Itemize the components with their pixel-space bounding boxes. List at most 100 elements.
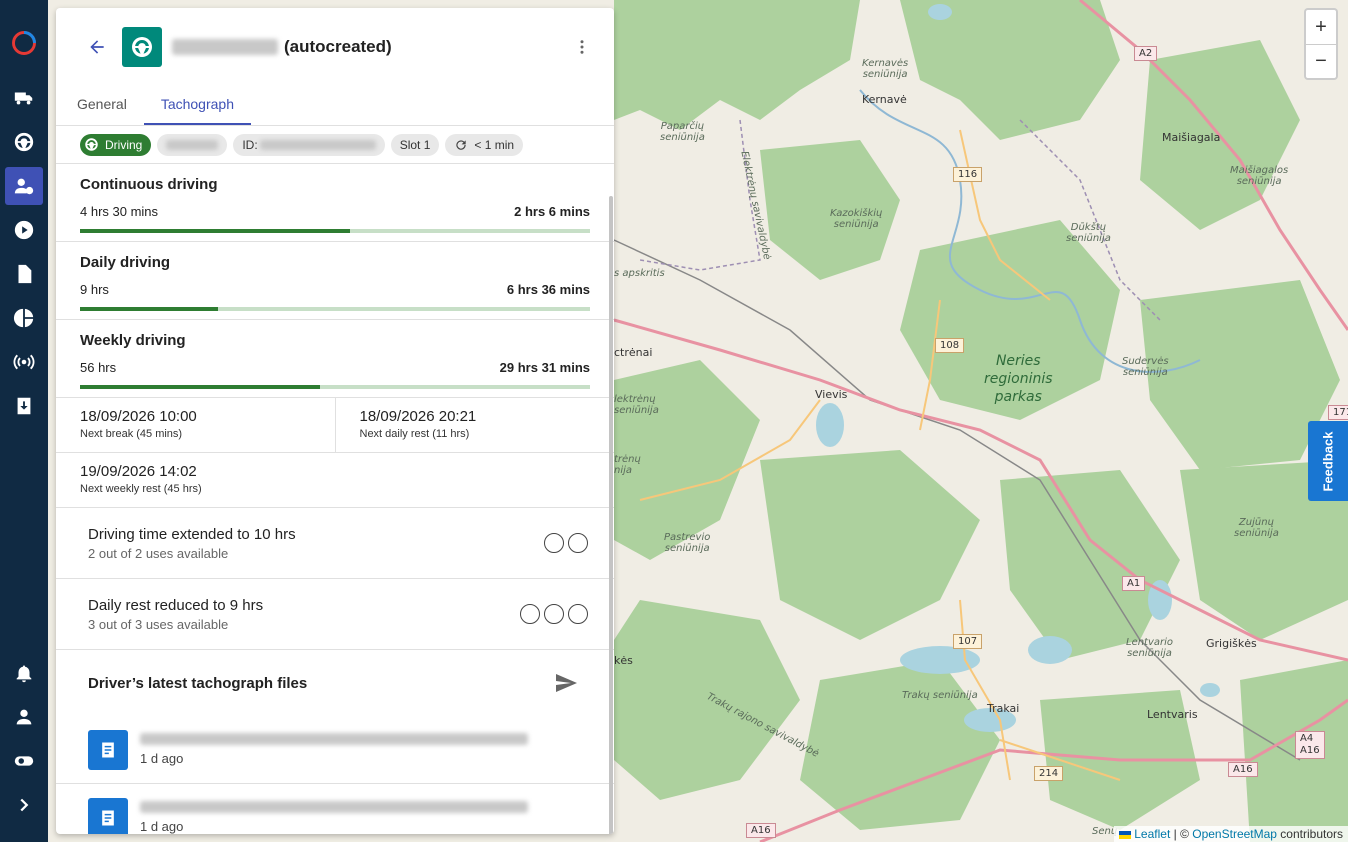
send-icon[interactable] bbox=[554, 671, 578, 695]
map-label-neries-park: Neries regioninis parkas bbox=[984, 353, 1053, 405]
play-icon[interactable] bbox=[5, 211, 43, 249]
download-icon[interactable] bbox=[5, 387, 43, 425]
driving-status-chip: Driving bbox=[80, 133, 152, 156]
more-vertical-icon bbox=[580, 40, 584, 54]
steering-wheel-icon[interactable] bbox=[5, 123, 43, 161]
driver-avatar bbox=[122, 27, 162, 67]
vehicles-icon[interactable] bbox=[5, 79, 43, 117]
road-shield-a4-a16: A4 A16 bbox=[1295, 731, 1325, 759]
card-id-chip: ID: bbox=[233, 133, 385, 156]
settings-toggle-icon[interactable] bbox=[5, 742, 43, 780]
more-menu-button[interactable] bbox=[570, 35, 594, 59]
feedback-label: Feedback bbox=[1320, 431, 1336, 491]
redacted-file-name bbox=[140, 733, 528, 745]
attribution-contributors: contributors bbox=[1276, 827, 1343, 841]
redacted-plate bbox=[166, 139, 219, 150]
weekly-driving-remaining: 29 hrs 31 mins bbox=[499, 360, 590, 375]
feedback-tab[interactable]: Feedback bbox=[1308, 421, 1348, 501]
expand-chevron-icon[interactable] bbox=[5, 786, 43, 824]
weekly-driving-title: Weekly driving bbox=[80, 332, 186, 349]
updated-label: < 1 min bbox=[474, 137, 515, 152]
rest-reduction-uses bbox=[520, 604, 588, 624]
bell-icon[interactable] bbox=[5, 654, 43, 692]
document-icon[interactable] bbox=[5, 255, 43, 293]
redacted-driver-name bbox=[172, 39, 278, 55]
back-button[interactable] bbox=[84, 34, 110, 60]
tachograph-file-row[interactable]: 1 d ago bbox=[56, 716, 614, 784]
panel-header: (autocreated) bbox=[56, 8, 614, 86]
road-shield-a16: A16 bbox=[1228, 762, 1258, 777]
daily-driving-remaining: 6 hrs 36 mins bbox=[506, 282, 590, 297]
broadcast-icon[interactable] bbox=[5, 343, 43, 381]
card-id-prefix: ID: bbox=[242, 137, 258, 152]
continuous-driving-row: Continuous driving 4 hrs 30 mins 2 hrs 6… bbox=[56, 164, 614, 242]
daily-driving-limit: 9 hrs bbox=[80, 282, 109, 297]
weekly-driving-limit: 56 hrs bbox=[80, 360, 117, 375]
road-shield-a1: A1 bbox=[1122, 576, 1146, 591]
tab-tachograph[interactable]: Tachograph bbox=[143, 86, 251, 125]
road-shield-116: 116 bbox=[953, 167, 983, 182]
steering-wheel-icon bbox=[83, 137, 99, 153]
road-shield-214: 214 bbox=[1034, 766, 1064, 781]
next-daily-rest-label: Next daily rest (11 hrs) bbox=[359, 428, 470, 440]
ukraine-flag-icon bbox=[1118, 830, 1131, 839]
next-daily-rest-date: 18/09/2026 20:21 bbox=[359, 408, 477, 425]
use-indicator bbox=[568, 604, 588, 624]
driving-extension-uses bbox=[544, 533, 588, 553]
logo-icon[interactable] bbox=[5, 24, 43, 62]
map-label-grigiskes: Grigiškės bbox=[1206, 637, 1257, 650]
map-label-lentvaris: Lentvaris bbox=[1147, 708, 1198, 721]
tachograph-files-title: Driver’s latest tachograph files bbox=[88, 674, 308, 692]
use-indicator bbox=[544, 604, 564, 624]
steering-wheel-icon bbox=[132, 37, 152, 57]
map-label-kazokiskiu: Kazokiškių seniūnija bbox=[830, 208, 883, 230]
driving-extension-title: Driving time extended to 10 hrs bbox=[88, 525, 296, 543]
map-label-vievis: Vievis bbox=[815, 388, 848, 401]
zoom-in-button[interactable]: + bbox=[1306, 10, 1336, 44]
updated-chip[interactable]: < 1 min bbox=[445, 133, 524, 156]
map-label-trenai: ctrėnai bbox=[614, 346, 653, 359]
next-break-date: 18/09/2026 10:00 bbox=[80, 408, 197, 425]
next-break-label: Next break (45 mins) bbox=[80, 428, 183, 440]
tachograph-content[interactable]: Driving ID: Slot 1 < 1 min Continuous dr… bbox=[56, 126, 614, 834]
scrollbar[interactable] bbox=[609, 196, 613, 834]
rest-grid: 18/09/2026 10:00 Next break (45 mins) 18… bbox=[56, 398, 614, 453]
tachograph-file-row[interactable]: 1 d ago bbox=[56, 784, 614, 834]
user-icon[interactable] bbox=[5, 698, 43, 736]
map-attribution: Leaflet | © OpenStreetMap contributors bbox=[1113, 826, 1348, 842]
road-shield-108: 108 bbox=[935, 338, 965, 353]
tab-general[interactable]: General bbox=[60, 86, 144, 125]
file-time: 1 d ago bbox=[140, 819, 184, 834]
zoom-control: + − bbox=[1304, 8, 1338, 80]
file-icon bbox=[88, 797, 128, 834]
road-shield-171: 171 bbox=[1328, 405, 1348, 420]
drivers-icon[interactable] bbox=[5, 167, 43, 205]
leaflet-link[interactable]: Leaflet bbox=[1134, 827, 1170, 841]
refresh-icon bbox=[456, 139, 467, 150]
left-nav bbox=[0, 0, 48, 842]
file-time: 1 d ago bbox=[140, 751, 184, 766]
osm-link[interactable]: OpenStreetMap bbox=[1192, 827, 1277, 841]
redacted-file-name bbox=[140, 801, 528, 813]
map-label-zujunu: Zujūnų seniūnija bbox=[1234, 517, 1279, 539]
map-label-trakai: Trakai bbox=[987, 702, 1020, 715]
map-label-pastrevio: Pastrevio seniūnija bbox=[664, 532, 711, 554]
zoom-out-button[interactable]: − bbox=[1306, 44, 1336, 78]
daily-driving-title: Daily driving bbox=[80, 254, 171, 271]
tachograph-files-header: Driver’s latest tachograph files bbox=[56, 650, 614, 716]
redacted-card-id bbox=[259, 139, 376, 150]
map-label-kernave: Kernavė bbox=[862, 93, 907, 106]
map-label-dukstu: Dūkštų seniūnija bbox=[1066, 222, 1111, 244]
weekly-driving-row: Weekly driving 56 hrs 29 hrs 31 mins bbox=[56, 320, 614, 398]
pie-chart-icon[interactable] bbox=[5, 299, 43, 337]
file-icon bbox=[88, 729, 128, 770]
arrow-left-icon bbox=[90, 40, 104, 54]
weekly-driving-progress bbox=[80, 385, 590, 389]
map-label-apskritis: s apskritis bbox=[614, 268, 665, 279]
map-label-lentvario-sen: Lentvario seniūnija bbox=[1126, 637, 1174, 659]
map-label-kes: kės bbox=[614, 654, 633, 667]
road-shield-107: 107 bbox=[953, 634, 983, 649]
next-weekly-rest-date: 19/09/2026 14:02 bbox=[80, 463, 197, 480]
map-label-maisiagala: Maišiagala bbox=[1162, 131, 1221, 144]
driver-name-suffix: (autocreated) bbox=[284, 37, 392, 56]
